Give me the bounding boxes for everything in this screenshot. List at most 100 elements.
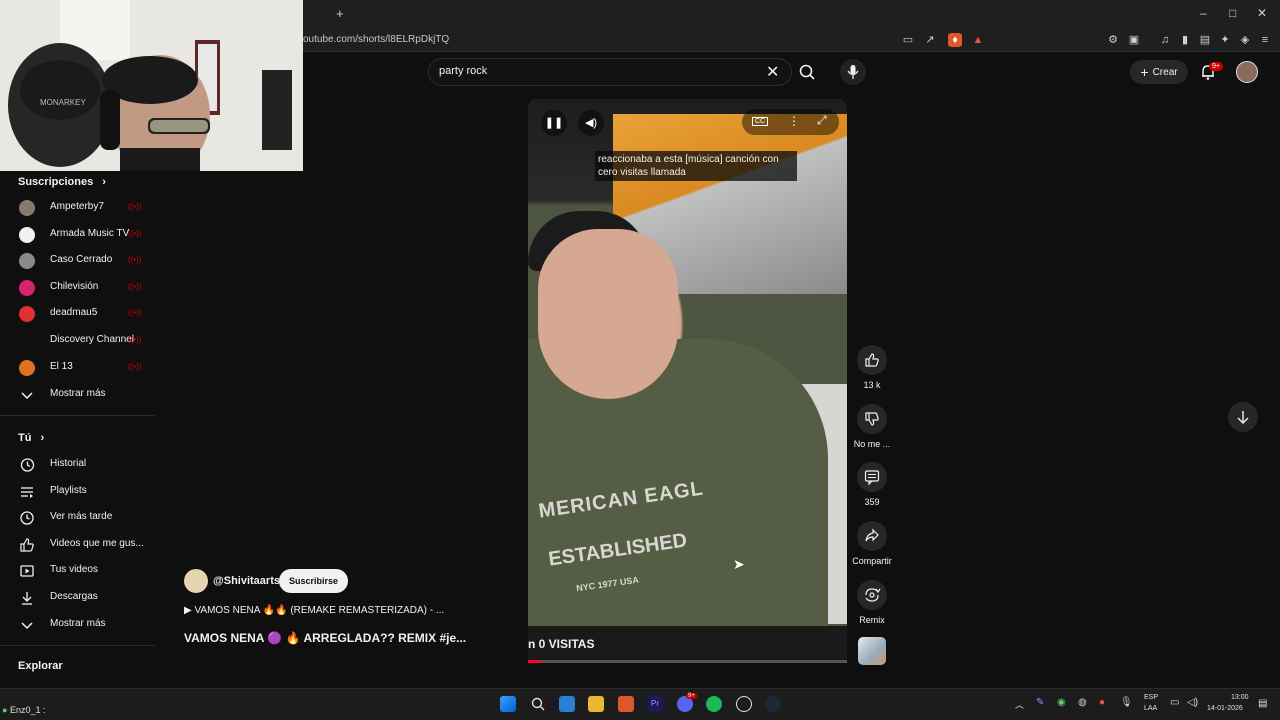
tray-pen-icon[interactable]: ✎ (1036, 697, 1048, 709)
pause-button[interactable]: ❚❚ (541, 110, 567, 136)
steam-icon[interactable] (765, 696, 781, 712)
channel-avatar[interactable] (184, 569, 208, 593)
file-explorer-icon[interactable] (588, 696, 604, 712)
video-title-fragment: n 0 VISITAS (528, 637, 595, 651)
share-label: Compartir (852, 556, 892, 566)
create-label: Crear (1152, 66, 1178, 78)
search-button[interactable] (792, 58, 824, 86)
premiere-pro-icon[interactable]: Pr (647, 696, 663, 712)
brave-shield-icon[interactable]: ♦ (948, 33, 962, 47)
sidebar-item-ver-mas-tarde[interactable]: Ver más tarde (0, 505, 155, 531)
more-options-icon[interactable]: ⋮ (788, 114, 800, 128)
share-page-icon[interactable]: ↗ (923, 33, 937, 47)
spotify-icon[interactable] (706, 696, 722, 712)
sound-thumbnail[interactable] (858, 637, 886, 665)
like-button[interactable] (857, 345, 887, 375)
screenshot-icon[interactable]: ▣ (1127, 33, 1141, 47)
next-short-button[interactable] (1228, 402, 1258, 432)
sidebar-item-armada-music-tv[interactable]: Armada Music TV ((•)) (0, 222, 155, 248)
captions-button[interactable]: CC (752, 117, 769, 126)
subscribe-button[interactable]: Suscribirse (279, 569, 348, 593)
sidebar-item-your-videos[interactable]: Tus videos (0, 558, 155, 584)
share-button[interactable] (857, 521, 887, 551)
minimize-button[interactable]: – (1200, 6, 1207, 20)
remix-icon (865, 588, 881, 602)
language-indicator[interactable]: ESP (1144, 694, 1158, 701)
microphone-icon (847, 65, 859, 79)
video-progress-track[interactable] (528, 660, 847, 663)
volume-button[interactable]: ◀) (578, 110, 604, 136)
comment-icon (864, 470, 880, 486)
tray-nvidia-icon[interactable]: ◉ (1057, 697, 1069, 709)
sidebar-item-discovery-channel[interactable]: Discovery Channel ((•)) (0, 328, 155, 354)
live-indicator-icon: ((•)) (128, 335, 142, 344)
channel-avatar-icon (19, 333, 35, 349)
subscriptions-heading[interactable]: Suscripciones › (18, 176, 106, 188)
search-input[interactable]: party rock (439, 65, 487, 77)
leo-ai-icon[interactable]: ✦ (1218, 33, 1232, 47)
close-window-button[interactable]: ✕ (1257, 6, 1267, 20)
tray-overflow-icon[interactable]: ︿ (1015, 698, 1024, 711)
sidebar-item-liked-videos[interactable]: Videos que me gus... (0, 532, 155, 558)
sidebar-item-playlists[interactable]: Playlists (0, 479, 155, 505)
dislike-button[interactable] (857, 404, 887, 434)
clock-date[interactable]: 14-01-2026 (1207, 705, 1243, 712)
brave-rewards-icon[interactable]: ▲ (971, 33, 985, 47)
tray-steam-icon[interactable]: ◍ (1078, 697, 1090, 709)
sidebar-item-label: El 13 (50, 360, 73, 372)
start-button[interactable] (500, 696, 516, 712)
url-text[interactable]: outube.com/shorts/l8ELRpDkjTQ (303, 34, 449, 45)
taskbar-search-icon[interactable] (530, 696, 546, 712)
show-more-you[interactable]: Mostrar más (0, 612, 155, 638)
you-heading[interactable]: Tú › (18, 432, 44, 444)
wallet-icon[interactable]: ▤ (1198, 33, 1212, 47)
sidebar-item-label: deadmau5 (50, 307, 98, 319)
live-indicator-icon: ((•)) (128, 308, 142, 318)
channel-avatar-icon (19, 279, 35, 296)
comments-button[interactable] (857, 462, 887, 492)
maximize-button[interactable]: □ (1229, 6, 1236, 20)
sidebar-item-caso-cerrado[interactable]: Caso Cerrado ((•)) (0, 248, 155, 274)
tray-mic-icon[interactable]: 🎙 (1120, 697, 1133, 709)
sidebar-item-deadmau5[interactable]: deadmau5 ((•)) (0, 301, 155, 327)
remix-button[interactable] (857, 580, 887, 610)
sidebar-item-historial[interactable]: Historial (0, 452, 155, 478)
tray-record-icon[interactable]: ● (1099, 697, 1111, 709)
voice-search-button[interactable] (840, 59, 866, 85)
media-icon[interactable]: ♫ (1158, 33, 1172, 47)
menu-icon[interactable]: ≡ (1258, 33, 1272, 47)
live-indicator-icon: ((•)) (128, 361, 142, 371)
notification-center-icon[interactable]: ▤ (1258, 698, 1267, 709)
thumbs-up-icon (865, 353, 879, 367)
cast-icon[interactable]: ▭ (901, 33, 915, 47)
brave-browser-icon[interactable] (618, 696, 634, 712)
sound-link[interactable]: ▶ VAMOS NENA 🔥🔥 (REMAKE REMASTERIZADA) -… (184, 605, 444, 616)
account-avatar[interactable] (1236, 61, 1258, 83)
sidebar-toggle-icon[interactable]: ▮ (1178, 33, 1192, 47)
chevron-right-icon: › (102, 176, 106, 188)
show-more-subscriptions[interactable]: Mostrar más (0, 382, 155, 408)
create-button[interactable]: + Crear (1130, 60, 1188, 84)
network-icon[interactable]: ▭ (1170, 697, 1179, 708)
shorts-video-player[interactable]: MERICAN EAGL ESTABLISHED NYC 1977 USA (528, 99, 847, 662)
fullscreen-icon[interactable]: ⤢ (817, 113, 827, 128)
sidebar-item-ampeterby7[interactable]: Ampeterby7 ((•)) (0, 195, 155, 221)
your-videos-icon (20, 565, 34, 577)
show-more-label: Mostrar más (50, 388, 106, 399)
photos-app-icon[interactable] (559, 696, 575, 712)
sidebar-item-label: Descargas (50, 591, 98, 602)
obs-icon[interactable] (736, 696, 752, 712)
vpn-icon[interactable]: ◈ (1238, 33, 1252, 47)
extensions-icon[interactable]: ⚙ (1106, 33, 1120, 47)
clock-time[interactable]: 13:00 (1231, 694, 1249, 701)
clear-search-icon[interactable]: ✕ (766, 62, 779, 82)
speaker-icon[interactable]: ◁) (1187, 697, 1198, 708)
video-caption: reaccionaba a esta [música] canción con … (595, 151, 797, 181)
sidebar-item-el-13[interactable]: El 13 ((•)) (0, 355, 155, 381)
channel-handle[interactable]: @Shivitaarts (213, 575, 280, 587)
live-indicator-icon: ((•)) (128, 228, 142, 238)
new-tab-button[interactable]: + (336, 6, 344, 21)
sidebar-item-chilevisi-n[interactable]: Chilevisión ((•)) (0, 275, 155, 301)
sidebar-item-downloads[interactable]: Descargas (0, 585, 155, 611)
download-icon (22, 592, 32, 605)
